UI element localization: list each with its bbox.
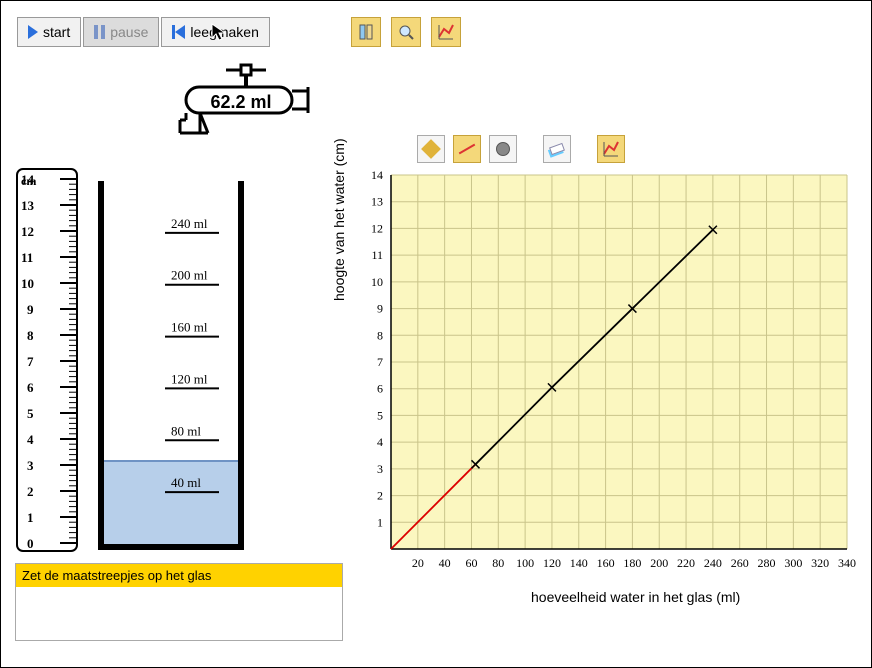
svg-text:9: 9 [377,302,383,316]
mini-chart-icon [602,140,620,158]
circle-icon [496,142,510,156]
graph-tool-eraser[interactable] [543,135,571,163]
tool-columns-icon[interactable] [351,17,381,47]
svg-text:320: 320 [811,556,829,570]
svg-text:5: 5 [377,408,383,422]
svg-text:7: 7 [377,355,383,369]
glass-svg: 240 ml 200 ml 160 ml 120 ml 80 ml 40 ml [97,181,257,557]
svg-text:120 ml: 120 ml [171,371,208,386]
tool-magnify-icon[interactable] [391,17,421,47]
svg-text:1: 1 [377,515,383,529]
svg-text:13: 13 [21,198,35,213]
magnify-icon [397,23,415,41]
svg-text:180: 180 [623,556,641,570]
main-toolbar: start pause leegmaken [17,17,270,47]
start-button[interactable]: start [17,17,81,47]
y-axis-label: hoogte van het water (cm) [331,138,347,301]
svg-text:11: 11 [21,250,33,265]
svg-text:8: 8 [27,328,34,343]
svg-text:4: 4 [27,432,34,447]
svg-text:160 ml: 160 ml [171,320,208,335]
svg-text:4: 4 [377,435,383,449]
svg-text:12: 12 [371,221,383,235]
graph-tool-chart[interactable] [597,135,625,163]
tool-chart-icon[interactable] [431,17,461,47]
svg-text:3: 3 [27,458,34,473]
empty-label: leegmaken [190,24,259,40]
svg-text:9: 9 [27,302,34,317]
graph-tool-pencil[interactable] [417,135,445,163]
svg-text:200 ml: 200 ml [171,268,208,283]
svg-text:260: 260 [731,556,749,570]
svg-text:13: 13 [371,195,383,209]
graph[interactable]: 20 40 60 80 100 120 140 160 180 200 220 240 260 280 30… [351,171,857,584]
instruction-box: Zet de maatstreepjes op het glas [15,563,343,641]
svg-text:14: 14 [371,171,383,182]
svg-text:2: 2 [27,484,34,499]
graph-tool-line[interactable] [453,135,481,163]
pencil-icon [421,139,441,159]
svg-text:160: 160 [597,556,615,570]
chart-icon [437,23,455,41]
secondary-toolbar [351,17,461,47]
svg-text:40: 40 [439,556,451,570]
columns-icon [357,23,375,41]
svg-text:7: 7 [27,354,34,369]
svg-text:80: 80 [492,556,504,570]
svg-text:10: 10 [371,275,383,289]
svg-text:240 ml: 240 ml [171,216,208,231]
svg-text:8: 8 [377,328,383,342]
svg-text:5: 5 [27,406,34,421]
svg-text:10: 10 [21,276,34,291]
svg-text:11: 11 [371,248,383,262]
ruler-svg: cm 01234567891011121314 [15,167,83,557]
svg-text:220: 220 [677,556,695,570]
svg-text:40 ml: 40 ml [171,475,201,490]
svg-text:12: 12 [21,224,34,239]
tap-volume-label: 62.2 ml [196,92,286,113]
ruler[interactable]: cm 01234567891011121314 [15,167,83,560]
play-icon [28,25,38,39]
x-axis-label: hoeveelheid water in het glas (ml) [531,589,740,605]
start-label: start [43,24,70,40]
instruction-text: Zet de maatstreepjes op het glas [16,564,342,587]
svg-text:6: 6 [27,380,34,395]
glass[interactable]: 240 ml 200 ml 160 ml 120 ml 80 ml 40 ml [97,181,257,560]
svg-text:100: 100 [516,556,534,570]
graph-toolbar [417,135,625,163]
rewind-icon [172,25,185,39]
line-icon [459,144,476,155]
graph-svg: 20 40 60 80 100 120 140 160 180 200 220 240 260 280 30… [351,171,857,581]
svg-text:280: 280 [758,556,776,570]
svg-text:60: 60 [465,556,477,570]
svg-text:1: 1 [27,510,34,525]
svg-text:20: 20 [412,556,424,570]
svg-text:300: 300 [784,556,802,570]
pause-button: pause [83,17,159,47]
svg-text:6: 6 [377,382,383,396]
pause-label: pause [110,24,148,40]
svg-text:80 ml: 80 ml [171,423,201,438]
svg-text:200: 200 [650,556,668,570]
tap: 62.2 ml [156,63,326,156]
graph-tool-circle[interactable] [489,135,517,163]
svg-text:0: 0 [27,536,34,551]
svg-text:140: 140 [570,556,588,570]
svg-text:2: 2 [377,489,383,503]
empty-button[interactable]: leegmaken [161,17,270,47]
svg-text:3: 3 [377,462,383,476]
eraser-icon [549,143,565,155]
svg-text:14: 14 [21,172,35,187]
pause-icon [94,25,105,39]
svg-text:340: 340 [838,556,856,570]
svg-text:120: 120 [543,556,561,570]
svg-text:240: 240 [704,556,722,570]
